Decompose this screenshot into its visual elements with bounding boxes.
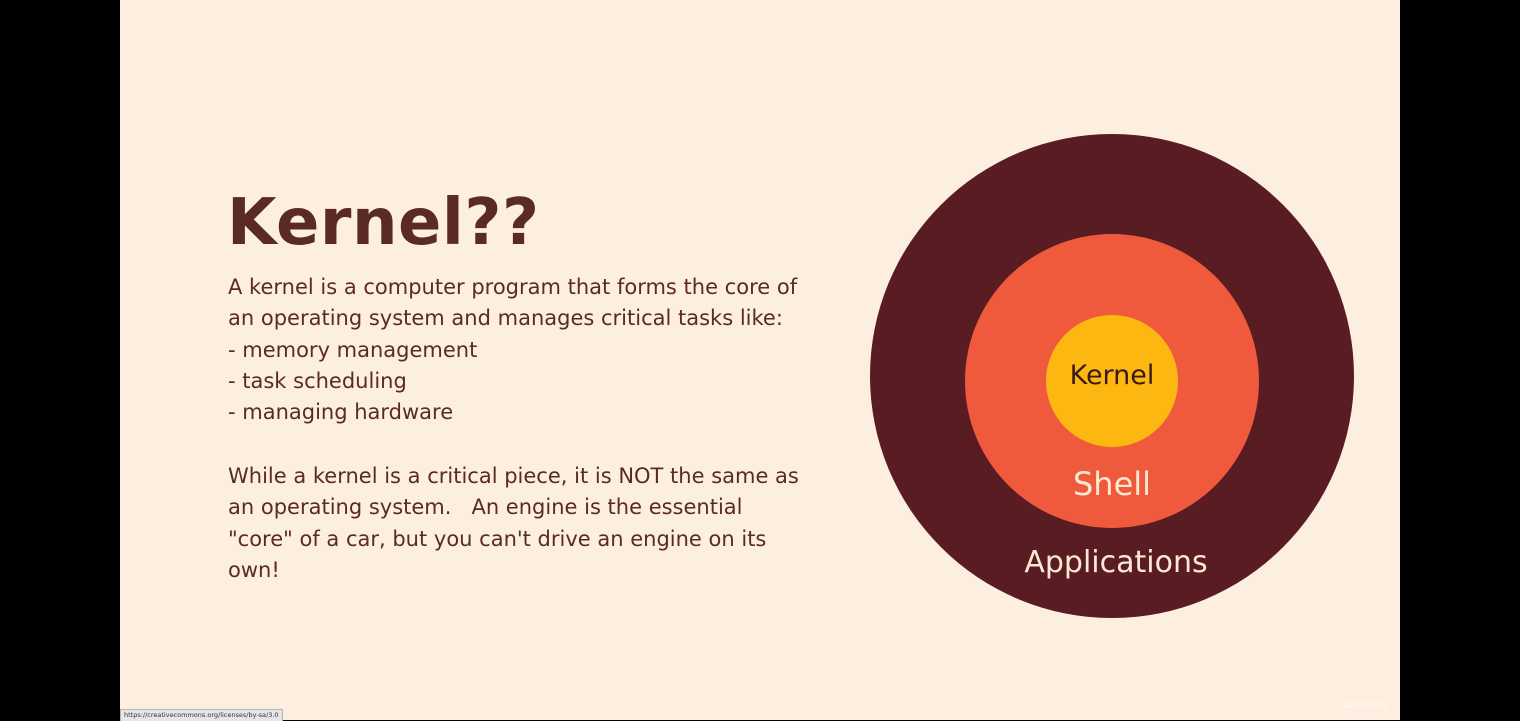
text-line: own! [228,557,280,582]
video-frame: Kernel?? A kernel is a computer program … [0,0,1520,721]
watermark-text: Udemy [1353,700,1389,711]
kernel-label: Kernel [1069,360,1155,391]
os-layers-diagram: Kernel Shell Applications [870,134,1354,618]
udemy-watermark: 𝐮 Udemy [1344,697,1389,712]
udemy-logo-icon: 𝐮 [1344,697,1352,711]
list-item: - managing hardware [228,400,454,425]
applications-label: Applications [1024,545,1208,580]
list-item: - task scheduling [228,368,407,393]
shell-label: Shell [1072,465,1152,503]
text-line: an operating system. An engine is the es… [228,495,743,520]
text-line: While a kernel is a critical piece, it i… [228,464,799,488]
kernel-definition-paragraph: A kernel is a computer program that form… [228,272,828,428]
slide: Kernel?? A kernel is a computer program … [120,0,1400,720]
text-line: an operating system and manages critical… [228,306,783,331]
list-item: - memory management [228,337,478,362]
text-line: A kernel is a computer program that form… [228,275,798,299]
link-url-status: https://creativecommons.org/licenses/by-… [120,709,283,721]
engine-analogy-paragraph: While a kernel is a critical piece, it i… [228,461,828,586]
text-line: "core" of a car, but you can't drive an … [228,526,767,551]
slide-title: Kernel?? [227,186,540,260]
